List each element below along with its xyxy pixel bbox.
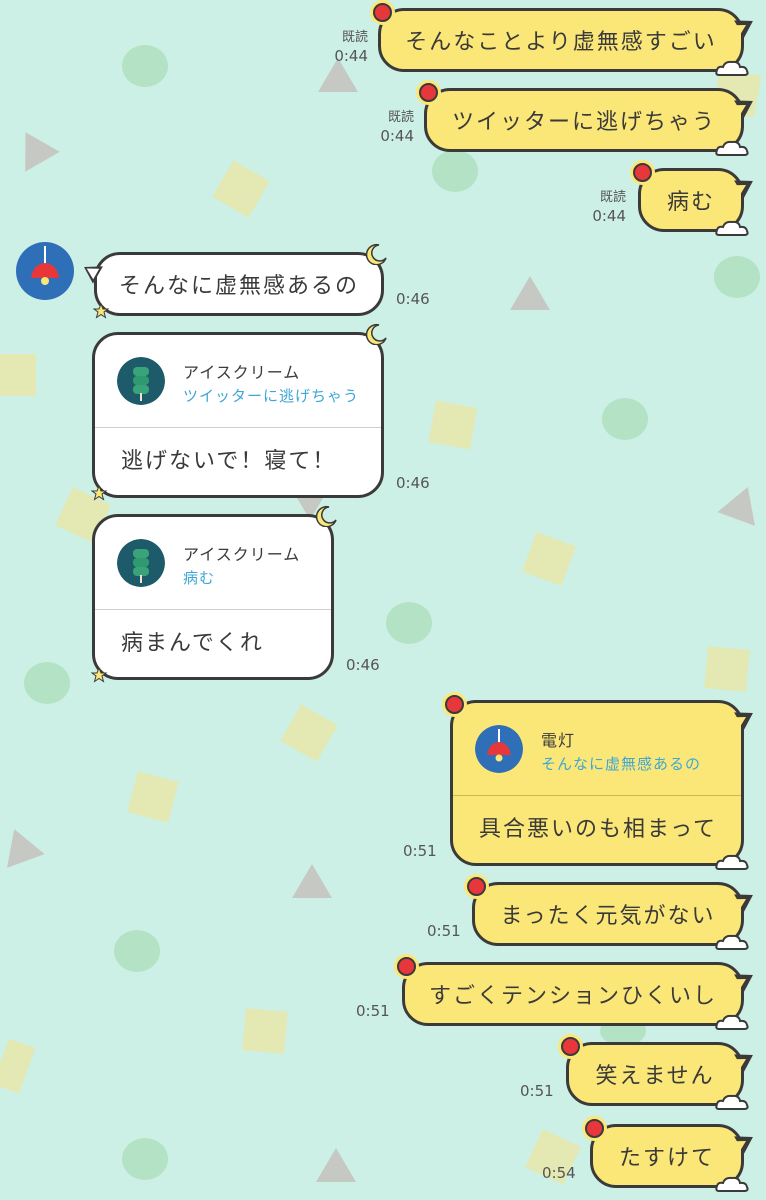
reply-sender-name: 電灯	[541, 731, 576, 750]
message-text: ツイッターに逃げちゃう	[451, 110, 716, 135]
cloud-icon	[715, 220, 749, 236]
star-icon	[93, 303, 109, 319]
star-icon	[91, 667, 107, 683]
lamp-icon	[475, 725, 523, 773]
lamp-icon	[31, 246, 59, 285]
message-bubble-outgoing[interactable]: すごくテンションひくいし	[397, 957, 758, 1030]
cloud-icon	[715, 1014, 749, 1030]
moon-icon	[365, 243, 387, 265]
message-bubble-outgoing[interactable]: 病む	[633, 163, 758, 236]
message-bubble-outgoing[interactable]: そんなことより虚無感すごい	[373, 3, 758, 76]
message-bubble-outgoing[interactable]: ツイッターに逃げちゃう	[419, 83, 758, 156]
moon-icon	[365, 323, 387, 345]
reply-sender-name: アイスクリーム	[183, 363, 301, 382]
read-receipt: 既読 0:44	[592, 190, 626, 225]
message-text: そんなことより虚無感すごい	[405, 30, 717, 55]
reply-quoted-text: そんなに虚無感あるの	[541, 755, 702, 773]
cloud-icon	[715, 60, 749, 76]
message-bubble-outgoing[interactable]: 笑えません	[561, 1037, 758, 1110]
reply-quoted-text: 病む	[183, 569, 216, 587]
read-receipt: 既読 0:44	[380, 110, 414, 145]
message-bubble-reply-incoming[interactable]: アイスクリーム 病む 病まんでくれ	[91, 505, 337, 683]
message-bubble-outgoing[interactable]: まったく元気がない	[467, 877, 758, 950]
cloud-icon	[715, 140, 749, 156]
message-bubble-outgoing[interactable]: たすけて	[585, 1119, 758, 1192]
message-time: 0:51	[427, 922, 461, 940]
reply-quote[interactable]: アイスクリーム 病む	[95, 517, 331, 610]
message-time: 0:54	[542, 1164, 576, 1182]
message-time: 0:51	[520, 1082, 554, 1100]
ice-cream-icon	[117, 357, 165, 405]
reply-quote[interactable]: 電灯 そんなに虚無感あるの	[453, 703, 741, 796]
message-text: そんなに虚無感あるの	[118, 274, 359, 299]
star-icon	[91, 485, 107, 501]
cloud-icon	[715, 1176, 749, 1192]
message-text: すごくテンションひくいし	[428, 984, 717, 1009]
message-time: 0:51	[403, 842, 437, 860]
reply-quote[interactable]: アイスクリーム ツイッターに逃げちゃう	[95, 335, 381, 428]
reply-sender-name: アイスクリーム	[183, 545, 301, 564]
message-time: 0:46	[396, 474, 430, 492]
message-bubble-reply-outgoing[interactable]: 電灯 そんなに虚無感あるの 具合悪いのも相まって	[445, 695, 758, 870]
message-time: 0:46	[396, 290, 430, 308]
message-time: 0:46	[346, 656, 380, 674]
message-text: 逃げないで！寝て！	[121, 449, 337, 474]
contact-avatar[interactable]	[16, 242, 74, 300]
reply-quoted-text: ツイッターに逃げちゃう	[183, 387, 360, 405]
cloud-icon	[715, 1094, 749, 1110]
message-bubble-reply-incoming[interactable]: アイスクリーム ツイッターに逃げちゃう 逃げないで！寝て！	[91, 323, 387, 501]
message-text: まったく元気がない	[500, 904, 716, 929]
message-time: 0:51	[356, 1002, 390, 1020]
moon-icon	[315, 505, 337, 527]
cloud-icon	[715, 934, 749, 950]
message-bubble-incoming[interactable]: そんなに虚無感あるの	[79, 243, 387, 319]
ice-cream-icon	[117, 539, 165, 587]
message-text: 病まんでくれ	[121, 631, 264, 656]
cloud-icon	[715, 854, 749, 870]
message-text: 具合悪いのも相まって	[479, 817, 718, 842]
read-receipt: 既読 0:44	[334, 30, 368, 65]
